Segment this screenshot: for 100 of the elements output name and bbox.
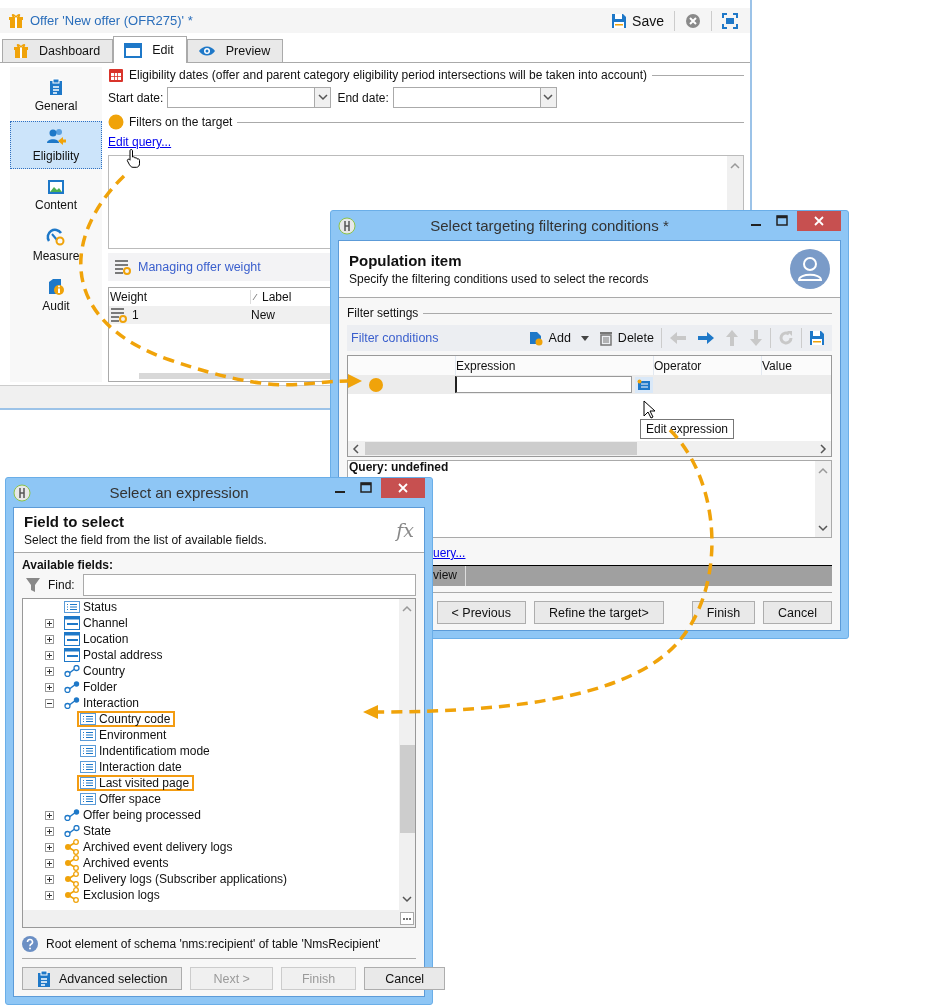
tree-item[interactable]: Folder bbox=[61, 679, 122, 695]
dialog-subtitle: Select the field from the list of available fields. bbox=[24, 533, 267, 547]
tree-item[interactable]: Location bbox=[61, 631, 134, 647]
tree-item[interactable]: Offer space bbox=[77, 791, 166, 807]
table-icon bbox=[64, 616, 80, 630]
gauge-icon bbox=[46, 227, 66, 246]
expand-icon[interactable] bbox=[45, 650, 54, 660]
sidebar-item[interactable]: Audit bbox=[10, 271, 102, 319]
expand-icon[interactable] bbox=[45, 618, 54, 628]
filter-icon bbox=[26, 577, 40, 593]
tree-item[interactable]: Country code bbox=[77, 711, 176, 727]
document-icon bbox=[47, 277, 65, 296]
dialog-button[interactable]: Refine the target> bbox=[534, 601, 664, 624]
scrollbar[interactable] bbox=[399, 599, 415, 910]
collapse-icon[interactable] bbox=[45, 698, 54, 708]
trash-icon bbox=[598, 330, 613, 346]
sidebar-item[interactable]: Content bbox=[10, 171, 102, 219]
expand-icon[interactable] bbox=[45, 826, 54, 836]
tree-item[interactable]: Country bbox=[61, 663, 131, 679]
close-button[interactable] bbox=[381, 478, 425, 498]
user-avatar-icon bbox=[790, 249, 830, 289]
sidebar-item[interactable]: Eligibility bbox=[10, 121, 102, 169]
link-icon bbox=[64, 665, 80, 677]
people-icon bbox=[46, 127, 66, 146]
dialog-button[interactable]: Cancel bbox=[364, 967, 446, 990]
expand-icon[interactable] bbox=[45, 874, 54, 884]
window-icon bbox=[124, 41, 143, 59]
section-heading: Eligibility dates (offer and parent category eligibility period intersections will be taken into account) bbox=[129, 68, 648, 82]
sidebar-item[interactable]: Measure bbox=[10, 221, 102, 269]
eye-icon bbox=[197, 45, 216, 57]
table-row[interactable] bbox=[348, 375, 831, 394]
tree-item[interactable]: Archived events bbox=[61, 855, 174, 871]
table-cell: New bbox=[251, 308, 275, 322]
tab[interactable]: Edit bbox=[113, 36, 187, 63]
expand-icon[interactable] bbox=[45, 682, 54, 692]
tree-item[interactable]: Environment bbox=[77, 727, 172, 743]
column-header[interactable]: Weight bbox=[109, 290, 250, 304]
image-icon bbox=[47, 178, 65, 195]
tree-item[interactable]: Status bbox=[61, 599, 123, 615]
save-button[interactable]: Save bbox=[607, 12, 668, 29]
table-icon bbox=[64, 632, 80, 646]
scrollbar[interactable] bbox=[348, 441, 831, 456]
sidebar-item[interactable]: General bbox=[10, 71, 102, 119]
tree-item[interactable]: State bbox=[61, 823, 117, 839]
add-button[interactable]: Add bbox=[524, 330, 574, 346]
filter-dot-icon bbox=[368, 376, 384, 393]
link-icon bbox=[64, 697, 80, 709]
tree-item[interactable]: Archived event delivery logs bbox=[61, 839, 238, 855]
date-dropdown[interactable] bbox=[392, 87, 557, 108]
query-text: Query: undefined bbox=[348, 461, 449, 474]
dialog-button[interactable]: Advanced selection bbox=[22, 967, 183, 990]
expand-icon[interactable] bbox=[45, 634, 54, 644]
close-icon bbox=[813, 215, 825, 227]
field-label: Start date: bbox=[108, 90, 164, 105]
table-cell: 1 bbox=[132, 308, 139, 322]
expand-icon[interactable] bbox=[45, 890, 54, 900]
search-field[interactable] bbox=[82, 574, 416, 596]
tree-item[interactable]: Indentificatiom mode bbox=[77, 743, 215, 759]
list-gear-icon bbox=[114, 259, 132, 275]
more-button[interactable] bbox=[400, 912, 414, 925]
dialog-button[interactable]: Cancel bbox=[763, 601, 832, 624]
dialog-button[interactable]: Finish bbox=[691, 601, 756, 624]
tree-item[interactable]: Exclusion logs bbox=[61, 887, 165, 903]
tab[interactable]: Dashboard bbox=[2, 39, 114, 62]
tree-item[interactable]: Last visited page bbox=[77, 775, 195, 791]
tab[interactable]: Preview bbox=[186, 39, 284, 62]
calendar-icon bbox=[108, 67, 124, 83]
app-logo-icon bbox=[13, 484, 31, 502]
tree-item[interactable]: Delivery logs (Subscriber applications) bbox=[61, 871, 293, 887]
date-dropdown[interactable] bbox=[167, 87, 332, 108]
expression-field[interactable] bbox=[455, 376, 632, 393]
minimize-icon bbox=[751, 224, 761, 226]
edit-expression-button[interactable] bbox=[635, 376, 653, 393]
expand-icon[interactable] bbox=[45, 842, 54, 852]
tree-item[interactable]: Interaction date bbox=[77, 759, 187, 775]
arrow-up-icon bbox=[725, 329, 739, 347]
arrow-left-icon bbox=[669, 331, 687, 345]
edit-query-link[interactable]: Edit query... bbox=[108, 135, 172, 149]
list-icon bbox=[80, 729, 96, 741]
arrow-right-icon bbox=[697, 331, 715, 345]
tree-item[interactable]: Interaction bbox=[61, 695, 145, 711]
expand-icon[interactable] bbox=[45, 858, 54, 868]
window-title: Select targeting filtering conditions * bbox=[429, 217, 670, 234]
maximize-icon bbox=[360, 482, 372, 494]
tree-item[interactable]: Offer being processed bbox=[61, 807, 206, 823]
tree-item[interactable]: Channel bbox=[61, 615, 133, 631]
section-heading: Filters on the target bbox=[129, 115, 233, 129]
tree-item[interactable]: Postal address bbox=[61, 647, 168, 663]
close-button[interactable] bbox=[797, 211, 841, 231]
gift-icon bbox=[13, 43, 29, 59]
expand-icon[interactable] bbox=[45, 666, 54, 676]
query-link[interactable]: uery... bbox=[433, 546, 466, 560]
field-label: Available fields: bbox=[22, 558, 114, 572]
help-icon bbox=[22, 936, 38, 952]
expand-icon[interactable] bbox=[45, 810, 54, 820]
dialog-button[interactable]: < Previous bbox=[436, 601, 526, 624]
edit-expression-icon bbox=[637, 378, 651, 391]
delete-button[interactable]: Delete bbox=[595, 330, 657, 346]
close-icon bbox=[397, 482, 409, 494]
arrow-down-icon bbox=[749, 329, 763, 347]
